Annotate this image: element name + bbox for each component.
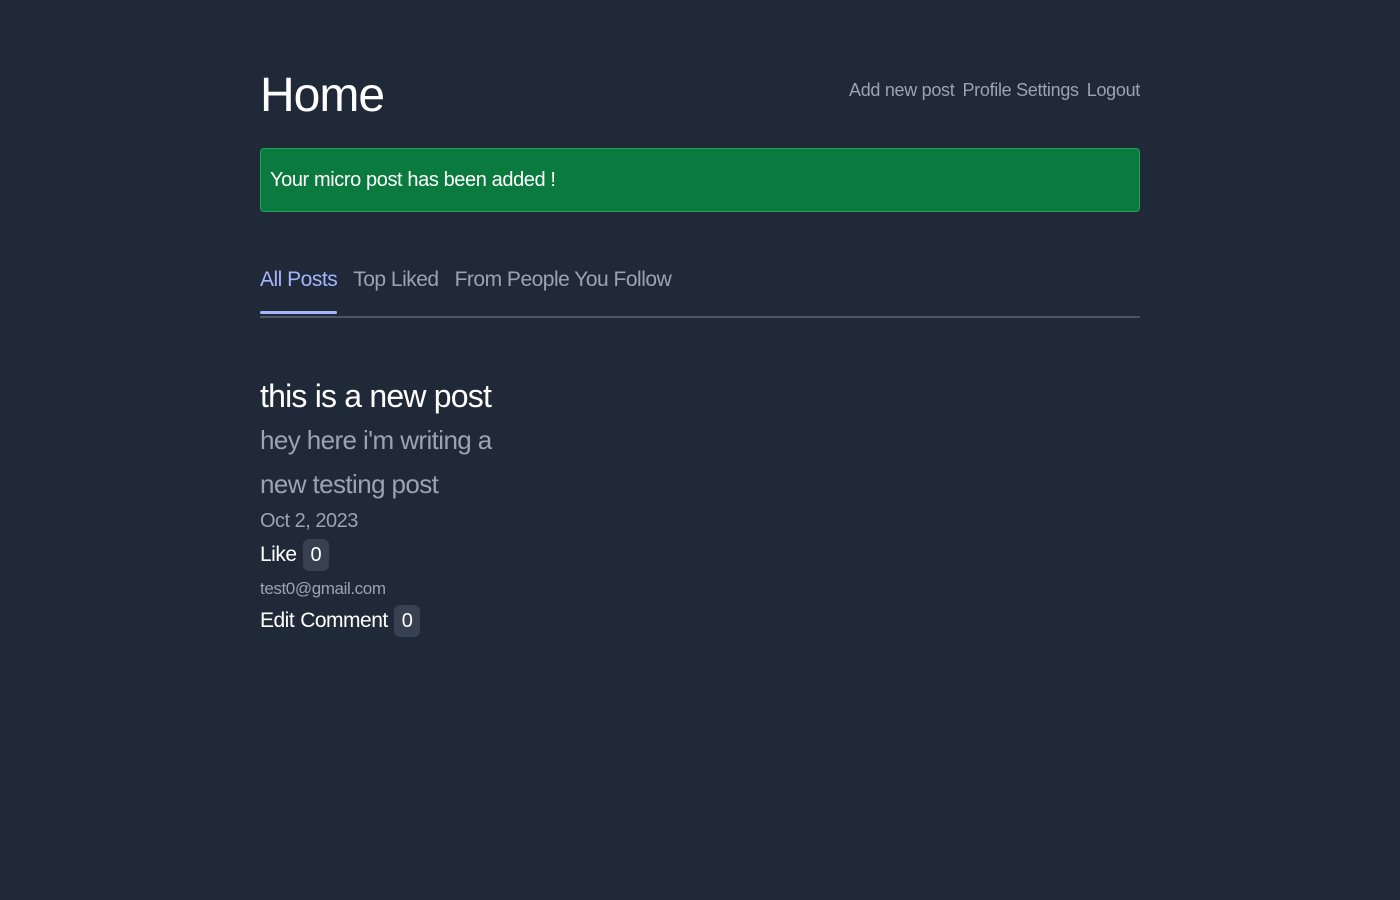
logout-link[interactable]: Logout: [1087, 80, 1141, 101]
post-date: Oct 2, 2023: [260, 510, 358, 532]
page-title: Home: [260, 69, 385, 122]
post-actions-row: Edit Comment 0: [260, 605, 520, 637]
post-author: test0@gmail.com: [260, 579, 386, 598]
profile-settings-link[interactable]: Profile Settings: [962, 80, 1079, 101]
post-title: this is a new post: [260, 378, 492, 414]
page-header: Home Add new post Profile Settings Logou…: [260, 0, 1140, 148]
like-row: Like 0: [260, 539, 520, 571]
add-new-post-link[interactable]: Add new post: [849, 80, 955, 101]
main-container: Home Add new post Profile Settings Logou…: [260, 0, 1140, 637]
post-tabs: All Posts Top Liked From People You Foll…: [260, 264, 1140, 318]
tab-all-posts[interactable]: All Posts: [260, 264, 338, 314]
success-alert: Your micro post has been added !: [260, 148, 1140, 212]
like-button[interactable]: Like: [260, 543, 297, 567]
edit-button[interactable]: Edit: [260, 609, 295, 633]
tab-top-liked[interactable]: Top Liked: [353, 264, 439, 312]
post-body: hey here i'm writing a new testing post: [260, 425, 492, 499]
top-nav: Add new post Profile Settings Logout: [849, 80, 1140, 101]
alert-message: Your micro post has been added !: [270, 168, 556, 191]
tab-from-people-you-follow[interactable]: From People You Follow: [455, 264, 672, 312]
post-card: this is a new post hey here i'm writing …: [260, 374, 520, 637]
comment-button[interactable]: Comment: [300, 609, 388, 633]
comment-count-badge: 0: [393, 605, 421, 637]
like-count-badge: 0: [302, 539, 330, 571]
